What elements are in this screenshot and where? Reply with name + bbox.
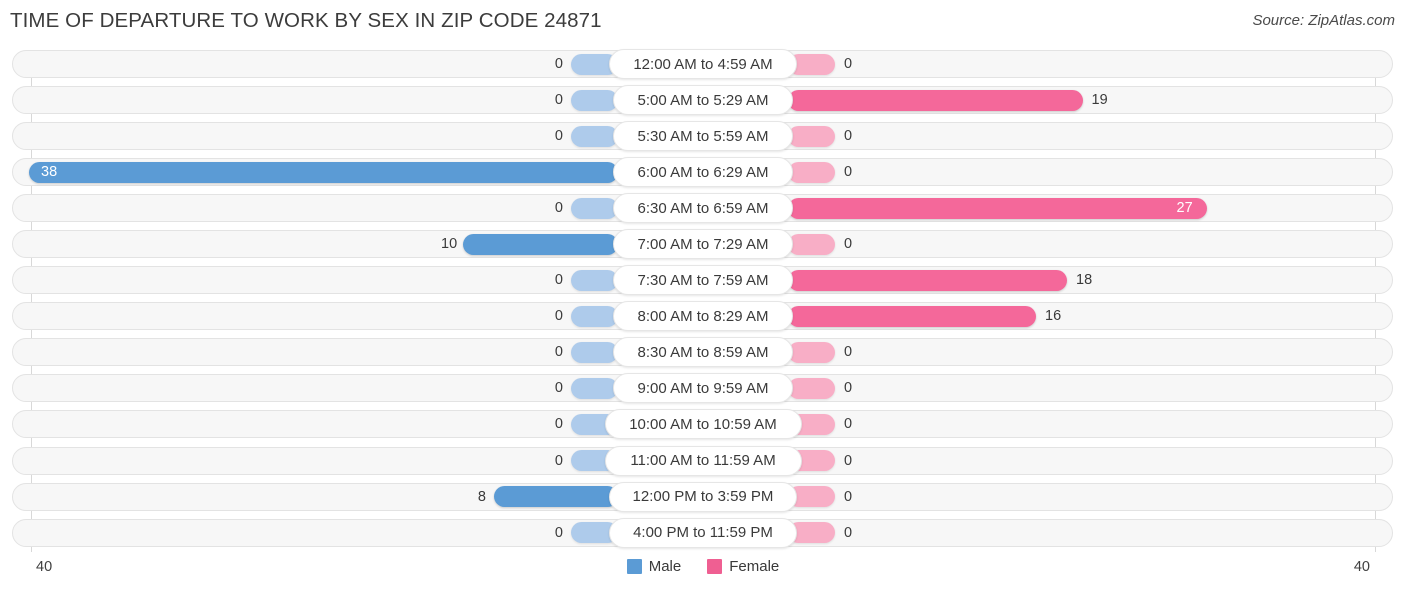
- bar-female[interactable]: [788, 89, 1083, 111]
- category-label: 11:00 AM to 11:59 AM: [604, 445, 802, 476]
- value-label-male: 0: [554, 56, 563, 72]
- bar-rows: 0 0 12:00 AM to 4:59 AM 0 19 5:00 AM to 5:29 …: [0, 46, 1406, 551]
- bar-male[interactable]: [571, 305, 618, 327]
- value-label-male: 0: [554, 308, 563, 325]
- legend-item-male[interactable]: Male: [626, 558, 682, 575]
- category-label: 6:30 AM to 6:59 AM: [613, 193, 793, 224]
- category-label: 4:00 PM to 11:59 PM: [608, 517, 798, 548]
- category-label: 8:00 AM to 8:29 AM: [613, 301, 793, 332]
- category-label: 12:00 PM to 3:59 PM: [608, 481, 798, 512]
- table-row: 0 19 5:00 AM to 5:29 AM: [0, 82, 1406, 118]
- value-label-female: 18: [1076, 272, 1093, 289]
- bar-female[interactable]: [788, 161, 835, 183]
- bar-male[interactable]: [571, 377, 618, 399]
- bar-male[interactable]: [29, 161, 618, 183]
- value-label-male: 0: [554, 416, 563, 433]
- value-label-male: 0: [554, 272, 563, 289]
- bar-female[interactable]: [788, 305, 1036, 327]
- value-label-female: 0: [844, 452, 853, 469]
- category-label: 5:30 AM to 5:59 AM: [613, 121, 793, 152]
- legend-label-female: Female: [729, 558, 780, 575]
- chart-plot-area: 0 0 12:00 AM to 4:59 AM 0 19 5:00 AM to 5:29 …: [0, 46, 1406, 552]
- value-label-male: 8: [477, 488, 486, 505]
- category-label: 8:30 AM to 8:59 AM: [613, 337, 793, 368]
- value-label-male: 0: [554, 524, 563, 541]
- table-row: 0 0 4:00 PM to 11:59 PM: [0, 515, 1406, 551]
- bar-female[interactable]: [788, 233, 835, 255]
- table-row: 0 0 9:00 AM to 9:59 AM: [0, 370, 1406, 406]
- value-label-female: 0: [844, 416, 853, 433]
- bar-female[interactable]: [788, 125, 835, 147]
- value-label-female: 27: [1176, 200, 1193, 217]
- table-row: 10 0 7:00 AM to 7:29 AM: [0, 226, 1406, 262]
- table-row: 0 18 7:30 AM to 7:59 AM: [0, 262, 1406, 298]
- table-row: 0 0 11:00 AM to 11:59 AM: [0, 443, 1406, 479]
- legend-swatch-male-icon: [626, 559, 642, 574]
- table-row: 0 16 8:00 AM to 8:29 AM: [0, 298, 1406, 334]
- value-label-female: 0: [844, 128, 853, 145]
- value-label-male: 0: [554, 344, 563, 361]
- chart-header: TIME OF DEPARTURE TO WORK BY SEX IN ZIP …: [0, 0, 1406, 46]
- source-attribution: Source: ZipAtlas.com: [1252, 12, 1395, 29]
- bar-male[interactable]: [494, 486, 618, 508]
- value-label-female: 0: [844, 164, 853, 181]
- value-label-male: 0: [554, 380, 563, 397]
- table-row: 0 0 12:00 AM to 4:59 AM: [0, 46, 1406, 82]
- legend-swatch-female-icon: [707, 559, 723, 574]
- category-label: 12:00 AM to 4:59 AM: [608, 49, 798, 79]
- bar-female[interactable]: [788, 269, 1067, 291]
- table-row: 0 27 6:30 AM to 6:59 AM: [0, 190, 1406, 226]
- table-row: 0 0 5:30 AM to 5:59 AM: [0, 118, 1406, 154]
- value-label-female: 16: [1045, 308, 1062, 325]
- value-label-male: 10: [441, 236, 458, 253]
- table-row: 0 0 10:00 AM to 10:59 AM: [0, 406, 1406, 442]
- category-label: 10:00 AM to 10:59 AM: [604, 409, 802, 440]
- value-label-male: 0: [554, 200, 563, 217]
- value-label-female: 0: [844, 344, 853, 361]
- legend: Male Female: [0, 558, 1406, 575]
- bar-male[interactable]: [571, 269, 618, 291]
- legend-item-female[interactable]: Female: [707, 558, 779, 575]
- bar-male[interactable]: [571, 89, 618, 111]
- legend-label-male: Male: [648, 558, 682, 575]
- table-row: 38 0 6:00 AM to 6:29 AM: [0, 154, 1406, 190]
- bar-female[interactable]: [788, 341, 835, 363]
- value-label-female: 0: [844, 56, 853, 72]
- category-label: 5:00 AM to 5:29 AM: [613, 85, 793, 116]
- page-title: TIME OF DEPARTURE TO WORK BY SEX IN ZIP …: [10, 9, 602, 32]
- category-label: 7:30 AM to 7:59 AM: [613, 265, 793, 296]
- bar-male[interactable]: [571, 125, 618, 147]
- category-label: 9:00 AM to 9:59 AM: [613, 373, 793, 404]
- bar-female[interactable]: [788, 377, 835, 399]
- value-label-female: 0: [844, 236, 853, 253]
- bar-male[interactable]: [571, 197, 618, 219]
- value-label-male: 0: [554, 128, 563, 145]
- table-row: 8 0 12:00 PM to 3:59 PM: [0, 479, 1406, 515]
- value-label-male: 38: [41, 164, 58, 181]
- value-label-female: 19: [1091, 92, 1108, 109]
- value-label-female: 0: [844, 524, 853, 541]
- category-label: 6:00 AM to 6:29 AM: [613, 157, 793, 188]
- value-label-male: 0: [554, 452, 563, 469]
- chart-footer: 40 40 Male Female: [0, 551, 1406, 595]
- value-label-male: 0: [554, 92, 563, 109]
- bar-male[interactable]: [571, 341, 618, 363]
- value-label-female: 0: [844, 380, 853, 397]
- value-label-female: 0: [844, 488, 853, 505]
- bar-female[interactable]: [788, 197, 1207, 219]
- bar-male[interactable]: [463, 233, 618, 255]
- table-row: 0 0 8:30 AM to 8:59 AM: [0, 334, 1406, 370]
- category-label: 7:00 AM to 7:29 AM: [613, 229, 793, 260]
